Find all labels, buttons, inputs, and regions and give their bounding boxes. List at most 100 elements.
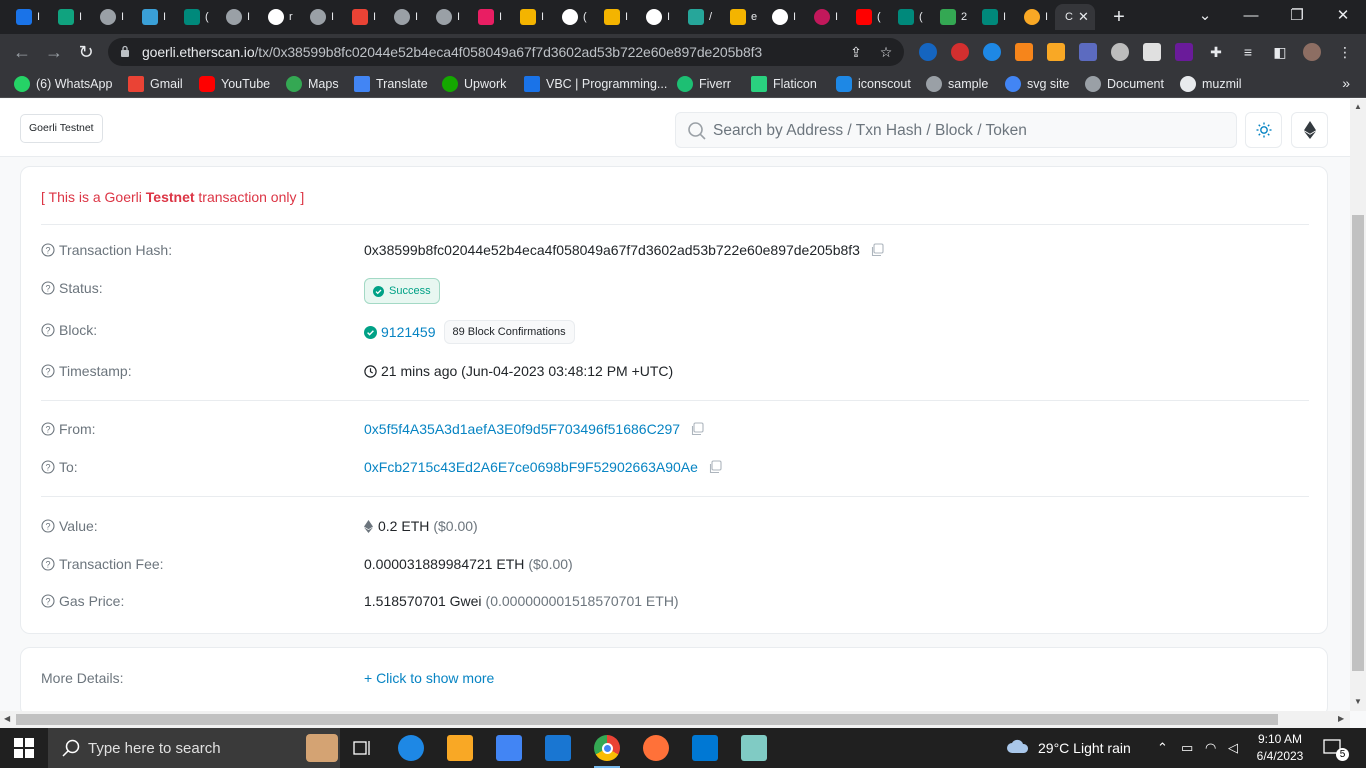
system-clock[interactable]: 9:10 AM 6/4/2023: [1252, 731, 1308, 765]
puzzle-icon[interactable]: ✚: [1208, 44, 1224, 60]
mail-icon[interactable]: [545, 735, 571, 761]
help-icon[interactable]: ?: [41, 422, 55, 436]
maximize-button[interactable]: ❐: [1274, 4, 1320, 28]
extension-icon[interactable]: [1079, 43, 1097, 61]
bookmark-flaticon[interactable]: Flaticon: [751, 76, 817, 92]
browser-tab[interactable]: (: [174, 4, 216, 30]
bookmark-iconscout[interactable]: iconscout: [836, 76, 911, 92]
bookmark-whatsapp[interactable]: (6) WhatsApp: [14, 76, 112, 92]
search-input[interactable]: [713, 120, 1213, 142]
profile-avatar[interactable]: [1303, 43, 1321, 61]
help-icon[interactable]: ?: [41, 594, 55, 608]
back-icon[interactable]: ←: [10, 40, 34, 64]
browser-tab[interactable]: I: [636, 4, 678, 30]
browser-tab[interactable]: (: [846, 4, 888, 30]
address-bar[interactable]: goerli.etherscan.io/tx/0x38599b8fc02044e…: [108, 38, 904, 66]
theme-toggle-button[interactable]: [1245, 112, 1282, 148]
to-address-link[interactable]: 0xFcb2715c43Ed2A6E7ce0698bF9F52902663A90…: [364, 459, 698, 475]
browser-tab[interactable]: I: [468, 4, 510, 30]
bookmark-vbc[interactable]: VBC | Programming...: [524, 76, 667, 92]
extension-icon[interactable]: [919, 43, 937, 61]
chrome-icon[interactable]: [594, 735, 620, 768]
browser-tab[interactable]: I: [804, 4, 846, 30]
side-panel-icon[interactable]: ◧: [1272, 44, 1288, 60]
vertical-scroll-thumb[interactable]: [1352, 215, 1364, 671]
network-badge[interactable]: Goerli Testnet: [20, 114, 103, 143]
bookmarks-overflow-icon[interactable]: »: [1342, 75, 1350, 91]
browser-tab[interactable]: 2: [930, 4, 972, 30]
share-icon[interactable]: ⇪: [848, 44, 864, 60]
block-number-link[interactable]: 9121459: [381, 324, 436, 340]
copy-icon[interactable]: [870, 243, 884, 257]
extension-icon[interactable]: [1143, 43, 1161, 61]
scroll-up-icon[interactable]: ▲: [1354, 102, 1362, 111]
bookmark-svg-site[interactable]: svg site: [1005, 76, 1069, 92]
bookmark-upwork[interactable]: Upwork: [442, 76, 506, 92]
extension-icon[interactable]: [951, 43, 969, 61]
scroll-down-icon[interactable]: ▼: [1354, 697, 1362, 706]
browser-tab[interactable]: e: [720, 4, 762, 30]
browser-tab[interactable]: I: [300, 4, 342, 30]
notifications-icon[interactable]: 5: [1323, 728, 1349, 768]
bookmark-muzmil[interactable]: muzmil: [1180, 76, 1242, 92]
wifi-icon[interactable]: ◠: [1205, 728, 1216, 768]
bookmark-document[interactable]: Document: [1085, 76, 1164, 92]
copy-icon[interactable]: [690, 422, 704, 436]
browser-tab-active[interactable]: C ✕: [1055, 4, 1095, 30]
help-icon[interactable]: ?: [41, 281, 55, 295]
tab-search-icon[interactable]: ⌄: [1182, 4, 1228, 28]
browser-tab[interactable]: I: [132, 4, 174, 30]
browser-tab[interactable]: I: [594, 4, 636, 30]
bookmark-gmail[interactable]: Gmail: [128, 76, 183, 92]
metamask-icon[interactable]: [1015, 43, 1033, 61]
show-more-link[interactable]: + Click to show more: [364, 670, 494, 686]
network-switch-button[interactable]: [1291, 112, 1328, 148]
extension-icon[interactable]: [1175, 43, 1193, 61]
scroll-right-icon[interactable]: ▶: [1338, 714, 1344, 723]
search-box[interactable]: [675, 112, 1237, 148]
help-icon[interactable]: ?: [41, 519, 55, 533]
bookmark-fiverr[interactable]: Fiverr: [677, 76, 731, 92]
media-icon[interactable]: ≡: [1240, 44, 1256, 60]
extension-icon[interactable]: [1047, 43, 1065, 61]
vertical-scrollbar[interactable]: ▲ ▼: [1350, 99, 1366, 711]
store-icon[interactable]: [496, 735, 522, 761]
battery-icon[interactable]: ▭: [1181, 728, 1193, 768]
bookmark-translate[interactable]: Translate: [354, 76, 428, 92]
windows-start-icon[interactable]: [14, 738, 34, 758]
tray-chevron-icon[interactable]: ⌃: [1157, 728, 1168, 768]
browser-tab[interactable]: I: [342, 4, 384, 30]
close-window-button[interactable]: ✕: [1320, 4, 1366, 28]
extension-icon[interactable]: [983, 43, 1001, 61]
menu-icon[interactable]: ⋮: [1337, 44, 1353, 60]
horizontal-scrollbar[interactable]: ◀ ▶: [0, 711, 1350, 728]
tab-close-icon[interactable]: ✕: [1078, 9, 1089, 25]
help-icon[interactable]: ?: [41, 557, 55, 571]
browser-tab[interactable]: (: [888, 4, 930, 30]
app-icon[interactable]: [741, 735, 767, 761]
forward-icon[interactable]: →: [42, 40, 66, 64]
browser-tab[interactable]: r: [258, 4, 300, 30]
help-icon[interactable]: ?: [41, 364, 55, 378]
browser-tab[interactable]: I: [762, 4, 804, 30]
bookmark-sample[interactable]: sample: [926, 76, 988, 92]
browser-tab[interactable]: I: [384, 4, 426, 30]
browser-tab[interactable]: I: [1014, 4, 1056, 30]
browser-tab[interactable]: I: [510, 4, 552, 30]
browser-tab[interactable]: I: [90, 4, 132, 30]
bookmark-youtube[interactable]: YouTube: [199, 76, 270, 92]
horizontal-scroll-thumb[interactable]: [16, 714, 1278, 725]
help-icon[interactable]: ?: [41, 323, 55, 337]
file-explorer-icon[interactable]: [447, 735, 473, 761]
copy-icon[interactable]: [708, 460, 722, 474]
reload-icon[interactable]: ↻: [74, 40, 98, 64]
edge-icon[interactable]: [398, 735, 424, 761]
bookmark-star-icon[interactable]: ☆: [878, 44, 894, 60]
bookmark-maps[interactable]: Maps: [286, 76, 339, 92]
help-icon[interactable]: ?: [41, 243, 55, 257]
volume-icon[interactable]: ◁: [1228, 728, 1238, 768]
scroll-left-icon[interactable]: ◀: [4, 714, 10, 723]
browser-tab[interactable]: I: [48, 4, 90, 30]
browser-tab[interactable]: I: [216, 4, 258, 30]
firefox-icon[interactable]: [643, 735, 669, 761]
